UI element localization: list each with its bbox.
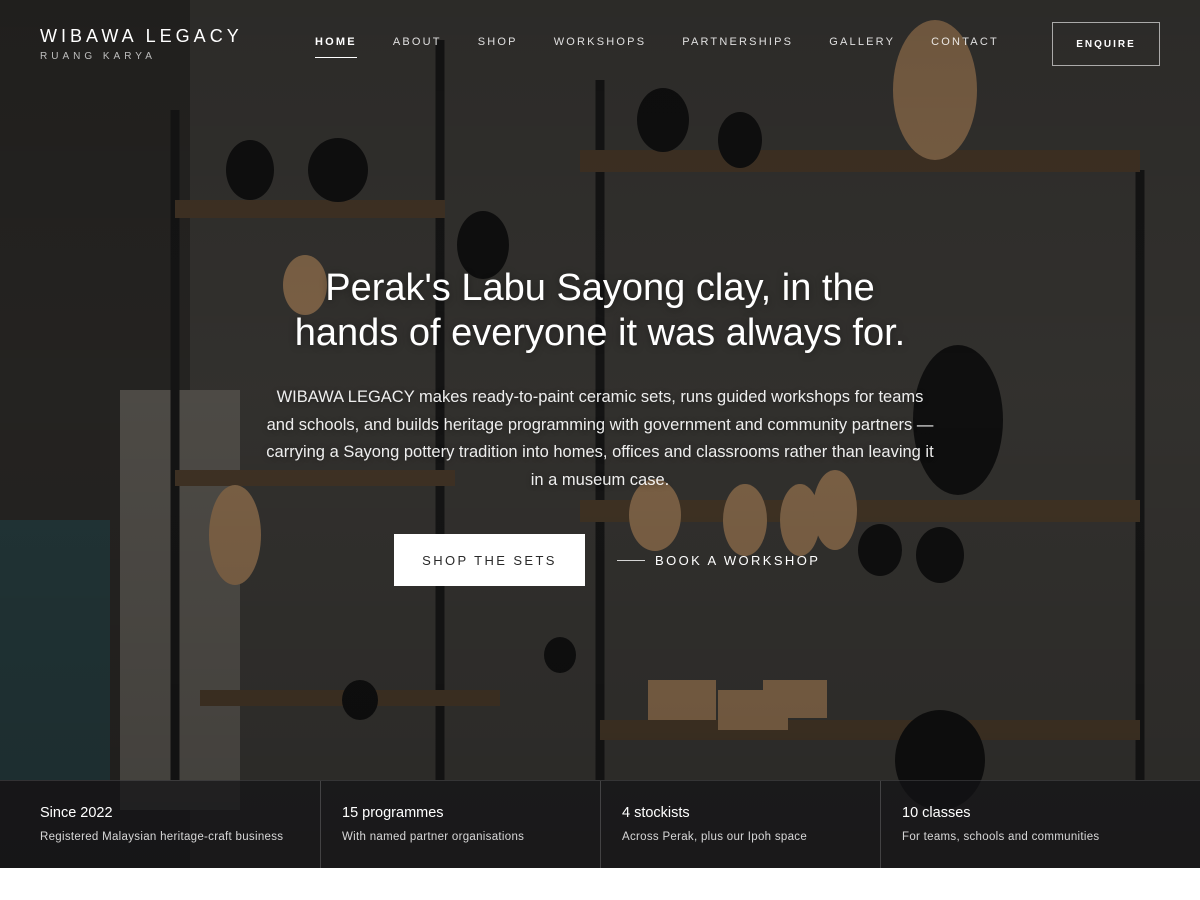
hero-headline-line-2: hands of everyone it was always for.: [294, 312, 906, 354]
brand-logo[interactable]: WIBAWA LEGACY RUANG KARYA: [40, 26, 243, 62]
stat-title: Since 2022: [40, 805, 113, 821]
brand-name: WIBAWA LEGACY: [40, 26, 243, 46]
stat-description: Across Perak, plus our Ipoh space: [622, 831, 808, 843]
hero-headline-line-1: Perak's Labu Sayong clay, in the: [325, 267, 875, 309]
stat-title: 10 classes: [902, 805, 971, 821]
link-dash-decoration: [617, 559, 645, 561]
stat-item: 10 classes For teams, schools and commun…: [881, 781, 1200, 868]
nav-item-contact[interactable]: CONTACT: [931, 36, 999, 56]
stat-item: 15 programmes With named partner organis…: [321, 781, 601, 868]
stat-description: Registered Malaysian heritage-craft busi…: [40, 831, 284, 843]
nav-item-about[interactable]: ABOUT: [393, 36, 442, 56]
enquire-button[interactable]: ENQUIRE: [1052, 22, 1160, 66]
nav-item-home[interactable]: HOME: [315, 36, 357, 58]
hero-headline: Perak's Labu Sayong clay, in the hands o…: [250, 266, 950, 356]
nav-item-gallery[interactable]: GALLERY: [829, 36, 895, 56]
stat-description: For teams, schools and communities: [902, 831, 1100, 843]
stat-title: 4 stockists: [622, 805, 690, 821]
nav-item-partnerships[interactable]: PARTNERSHIPS: [682, 36, 793, 56]
book-a-workshop-label: BOOK A WORKSHOP: [655, 552, 821, 568]
stat-description: With named partner organisations: [342, 831, 525, 843]
stat-item: 4 stockists Across Perak, plus our Ipoh …: [601, 781, 881, 868]
nav-item-shop[interactable]: SHOP: [478, 36, 518, 56]
book-a-workshop-link[interactable]: BOOK A WORKSHOP: [617, 546, 820, 574]
page-below-hero: [0, 868, 1200, 900]
shop-the-sets-button[interactable]: SHOP THE SETS: [394, 534, 585, 586]
main-nav: HOME ABOUT SHOP WORKSHOPS PARTNERSHIPS G…: [315, 36, 1035, 58]
brand-tagline: RUANG KARYA: [40, 51, 156, 62]
nav-item-workshops[interactable]: WORKSHOPS: [554, 36, 647, 56]
hero-description: WIBAWA LEGACY makes ready-to-paint ceram…: [266, 388, 934, 489]
stat-item: Since 2022 Registered Malaysian heritage…: [0, 781, 321, 868]
stat-title: 15 programmes: [342, 805, 444, 821]
hero-section: WIBAWA LEGACY RUANG KARYA HOME ABOUT SHO…: [0, 0, 1200, 868]
stats-strip: Since 2022 Registered Malaysian heritage…: [0, 780, 1200, 868]
